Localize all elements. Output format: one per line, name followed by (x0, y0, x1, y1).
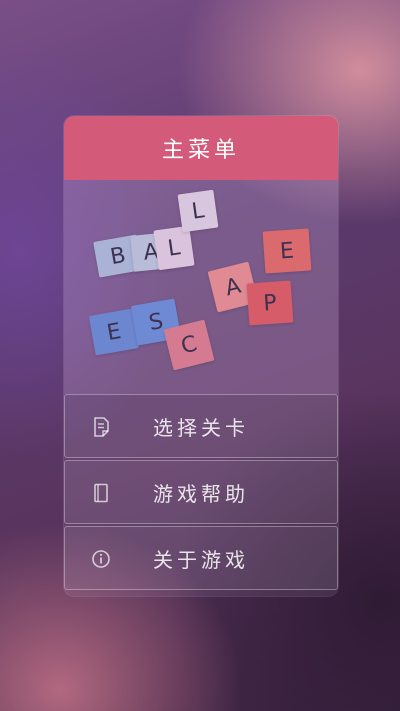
page-title: 主菜单 (161, 138, 240, 163)
game-logo: B A L L E S C A P E (64, 180, 338, 394)
logo-tile-p: P (246, 280, 294, 326)
main-menu-panel: 主菜单 B A L L E S C A P E 选择关卡 游戏帮助 关于游戏 (64, 116, 338, 596)
select-level-button[interactable]: 选择关卡 (64, 394, 338, 458)
panel-header: 主菜单 (64, 116, 338, 180)
logo-tile-l1: L (153, 225, 195, 271)
main-screen: 主菜单 B A L L E S C A P E 选择关卡 游戏帮助 关于游戏 (0, 0, 400, 711)
menu-item-label: 关于游戏 (153, 547, 249, 572)
game-help-button[interactable]: 游戏帮助 (64, 460, 338, 524)
menu-item-label: 选择关卡 (153, 415, 249, 440)
menu-list: 选择关卡 游戏帮助 关于游戏 (64, 394, 338, 592)
logo-tile-c: C (163, 319, 215, 371)
logo-tile-e2: E (262, 228, 312, 274)
menu-item-label: 游戏帮助 (153, 481, 249, 506)
about-game-button[interactable]: 关于游戏 (64, 526, 338, 590)
logo-tile-l2: L (177, 189, 219, 233)
